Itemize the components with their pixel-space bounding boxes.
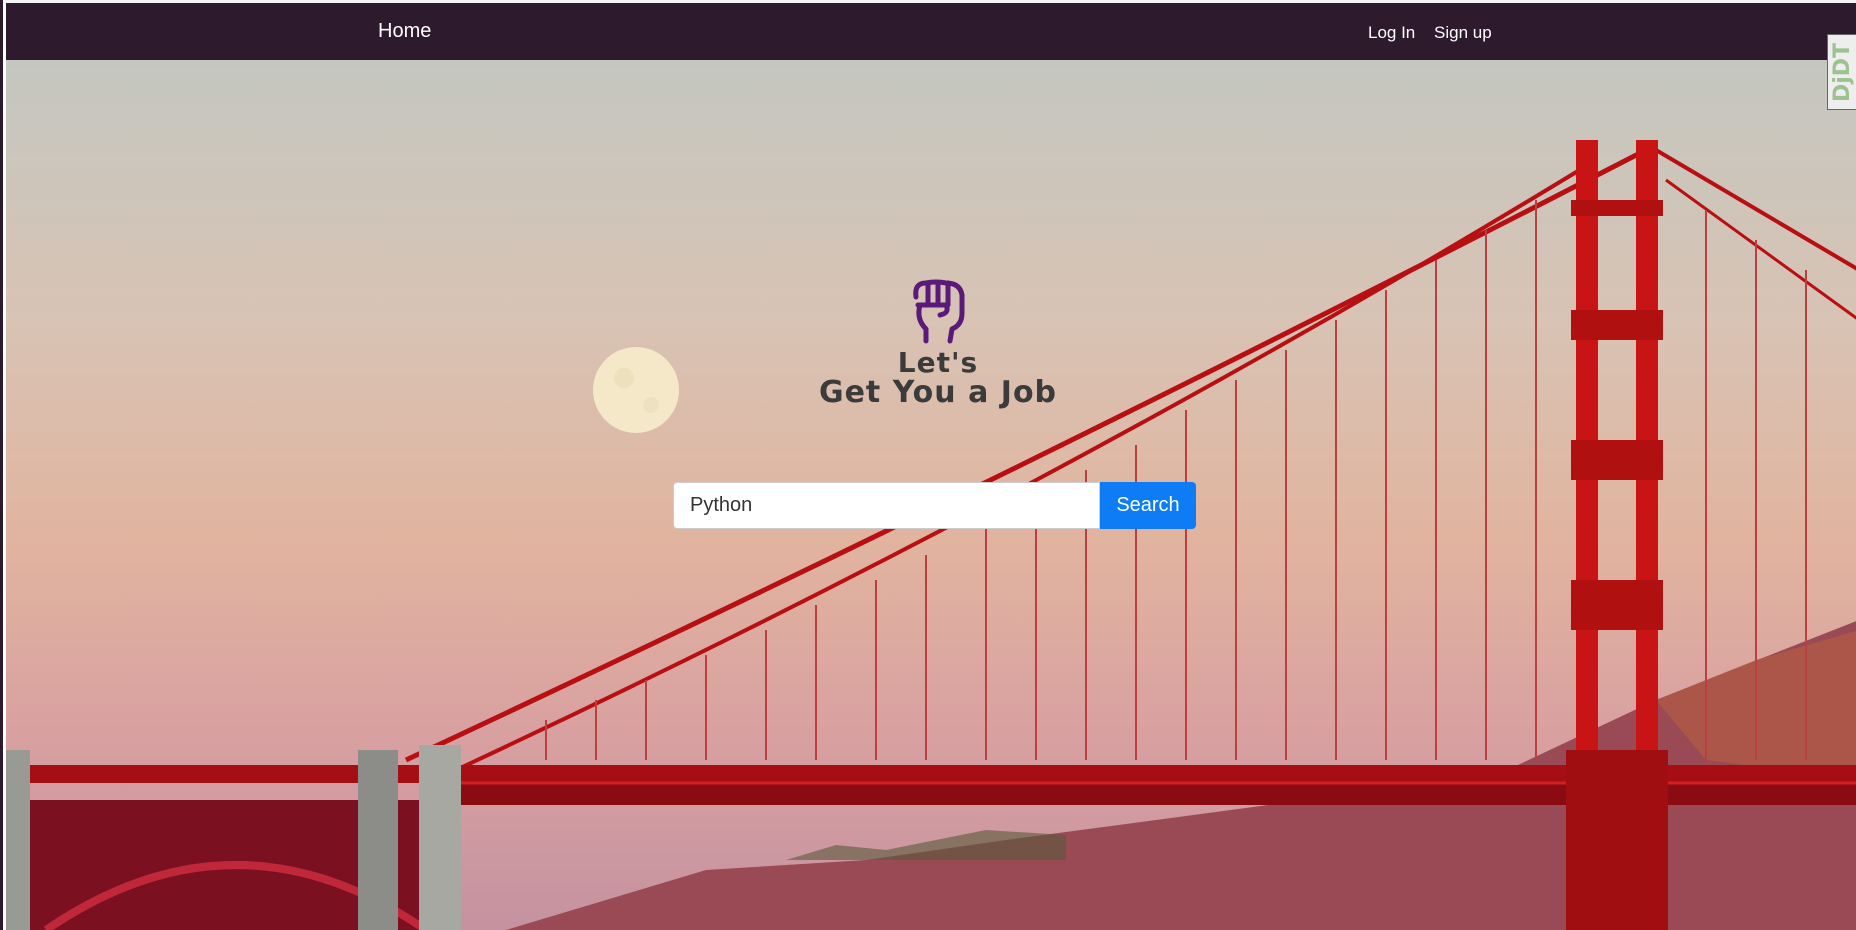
hero-background: Let's Get You a Job Search [6,60,1856,930]
login-link[interactable]: Log In [1368,23,1415,42]
logo-text-line2: Get You a Job [818,375,1058,410]
signup-link[interactable]: Sign up [1434,23,1492,42]
nav-home-link[interactable]: Home [378,20,431,43]
search-button[interactable]: Search [1100,482,1196,529]
debug-toolbar-label: DjDT [1830,42,1856,102]
django-debug-toolbar-handle[interactable]: DjDT [1827,34,1856,110]
browser-viewport: Home Log In Sign up Let's Get You a Job … [0,0,1856,930]
job-search-form: Search [673,482,1196,529]
search-input[interactable] [673,482,1100,529]
navbar: Home Log In Sign up [6,3,1856,60]
nav-auth-links: Log In Sign up [1368,23,1506,43]
site-logo: Let's Get You a Job [818,275,1058,410]
fist-icon [913,279,965,344]
